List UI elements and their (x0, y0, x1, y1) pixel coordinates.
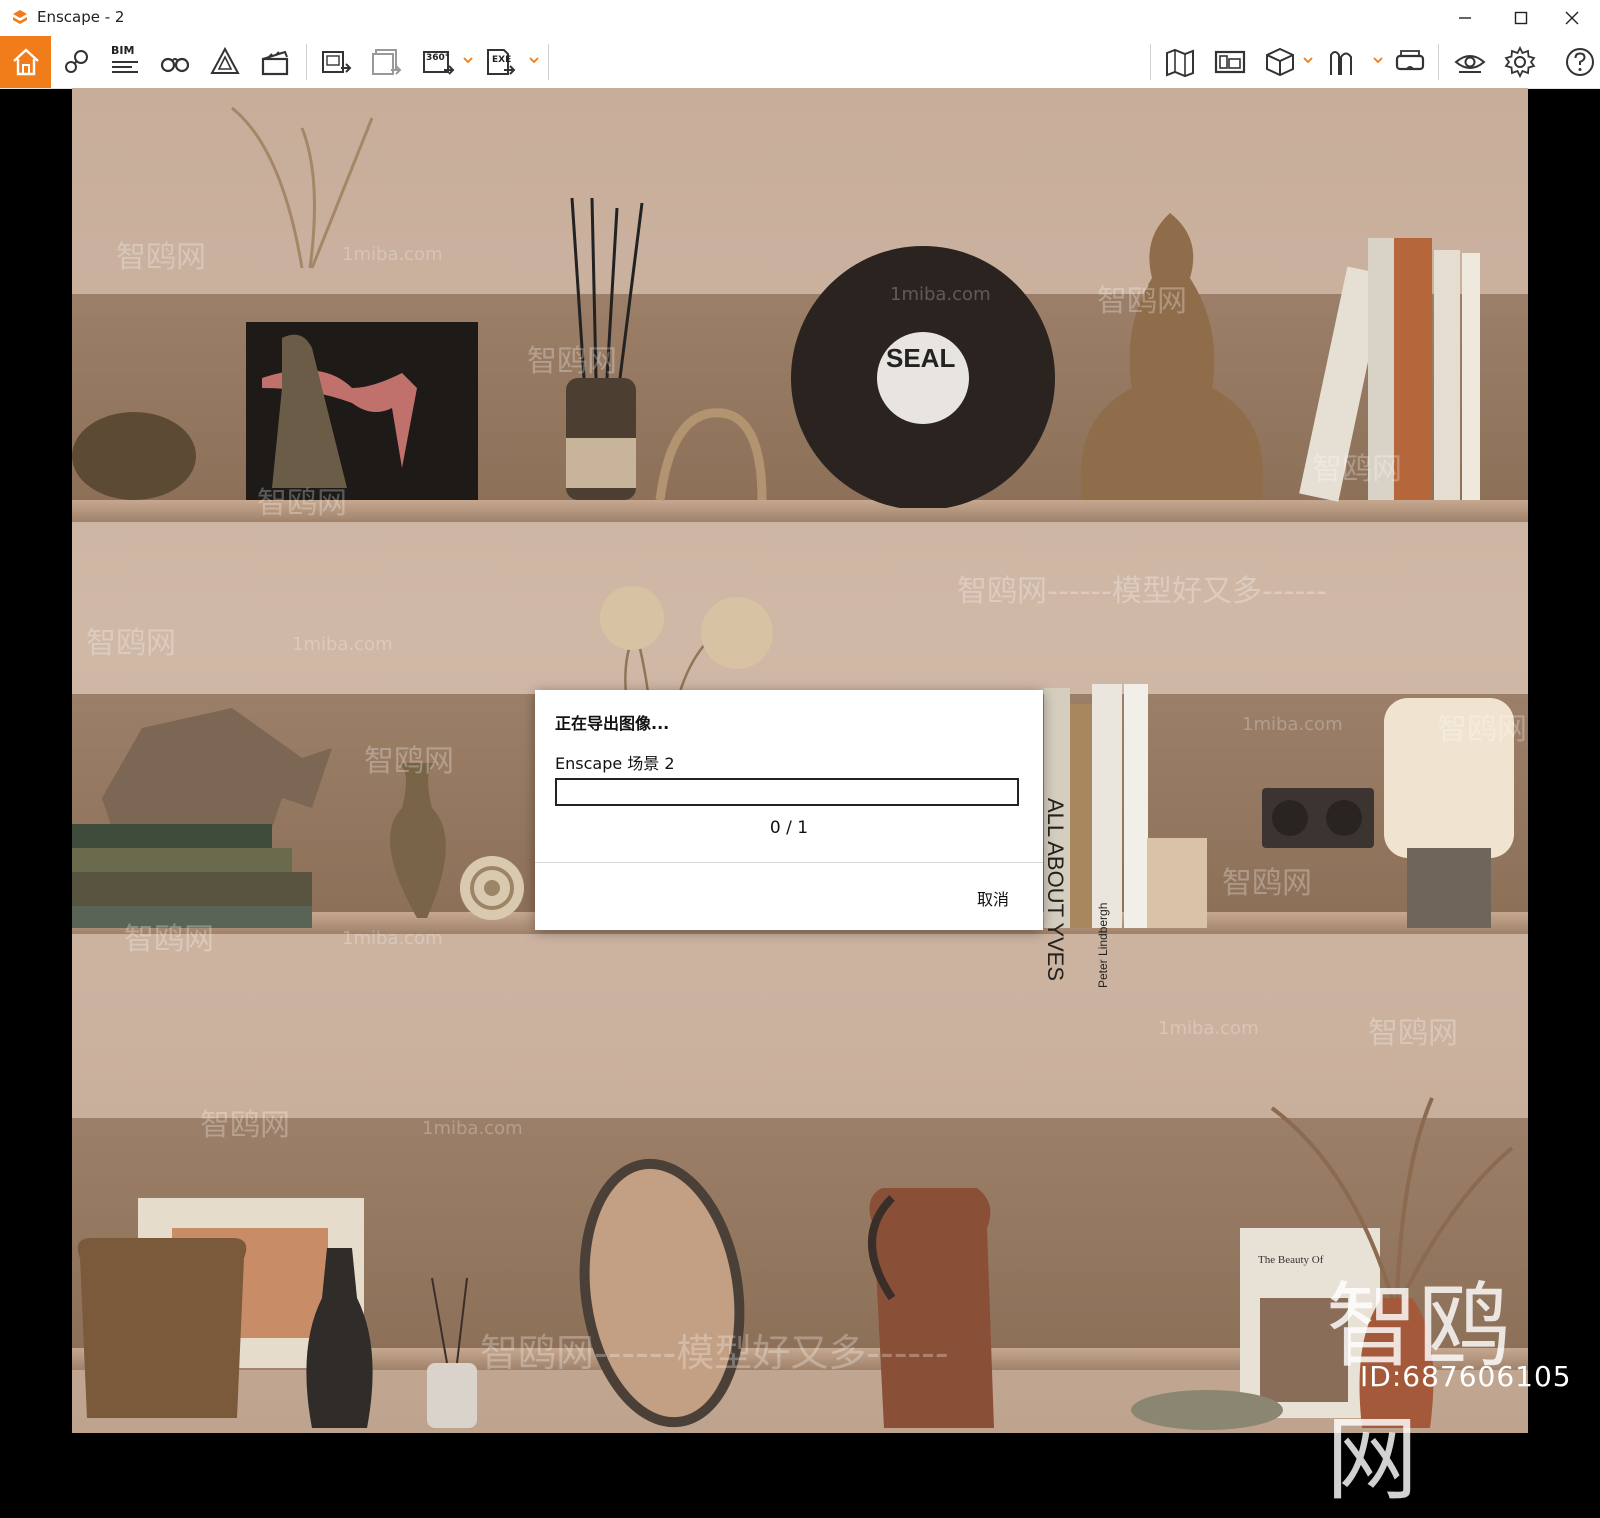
toolbar-separator (1438, 44, 1439, 80)
batch-export-icon (372, 49, 402, 75)
visual-settings-button[interactable] (1450, 42, 1490, 82)
perspective-icon (210, 46, 240, 74)
exe-export-button[interactable]: EXE (480, 42, 520, 82)
exe-dropdown-icon[interactable] (528, 54, 540, 66)
cancel-button[interactable]: 取消 (977, 886, 1009, 910)
panorama-label: 360° (426, 53, 450, 63)
clapperboard-icon (261, 50, 289, 76)
export-progress-bar (555, 778, 1019, 806)
record-label-text: SEAL (886, 343, 956, 373)
watermark-brand: 智鸥网 (1097, 284, 1187, 319)
people-button[interactable] (1322, 42, 1362, 82)
watermark-slogan: 智鸥网------模型好又多------ (480, 1331, 949, 1375)
home-icon (12, 48, 39, 76)
watermark-brand: 智鸥网 (1222, 866, 1312, 901)
screenshot-export-icon (322, 51, 352, 73)
settings-button[interactable] (1500, 42, 1540, 82)
home-button[interactable] (0, 36, 51, 88)
binoculars-button[interactable] (155, 42, 195, 82)
dialog-divider (535, 862, 1043, 863)
people-icon (1330, 51, 1352, 75)
vr-headset-button[interactable] (1390, 42, 1430, 82)
progress-count: 0 / 1 (769, 818, 809, 838)
toolbar-separator (306, 44, 307, 80)
batch-export-button[interactable] (366, 42, 406, 82)
top-shelf-objects (72, 106, 1480, 508)
watermark-brand: 智鸥网 (1368, 1016, 1458, 1051)
minimize-icon (1459, 17, 1471, 19)
window-title: Enscape - 2 (37, 8, 125, 26)
maximize-button[interactable] (1493, 0, 1549, 36)
help-button[interactable] (1560, 42, 1600, 82)
export-progress-dialog: 正在导出图像... Enscape 场景 2 0 / 1 取消 (535, 690, 1043, 930)
watermark-site: 1miba.com (1158, 1018, 1259, 1039)
close-icon (1565, 11, 1579, 25)
watermark-brand: 智鸥网 (124, 922, 214, 957)
map-button[interactable] (1160, 42, 1200, 82)
exe-label: EXE (492, 55, 512, 65)
watermark-site: 1miba.com (292, 634, 393, 655)
watermark-site: 1miba.com (422, 1118, 523, 1139)
close-button[interactable] (1544, 0, 1600, 36)
gear-icon (1504, 45, 1536, 79)
enscape-logo-icon (13, 10, 27, 24)
watermark-brand: 智鸥网 (257, 486, 347, 521)
asset-library-icon (1214, 50, 1246, 74)
eye-icon (1454, 55, 1486, 73)
toolbar-separator (1150, 44, 1151, 80)
panorama-dropdown-icon[interactable] (462, 54, 474, 66)
minimize-button[interactable] (1437, 0, 1493, 36)
book-cover-text: The Beauty Of (1258, 1254, 1324, 1266)
box-icon (1266, 47, 1294, 77)
map-icon (1166, 48, 1194, 78)
video-editor-button[interactable] (255, 42, 295, 82)
perspective-button[interactable] (205, 42, 245, 82)
location-pin-icon (65, 50, 88, 73)
asset-library-button[interactable] (1210, 42, 1250, 82)
maximize-icon (1514, 11, 1528, 25)
title-bar: Enscape - 2 (0, 0, 1600, 36)
watermark-brand: 智鸥网 (86, 626, 176, 661)
location-pin-button[interactable] (56, 42, 96, 82)
book-spine-text: Peter Lindbergh (1096, 902, 1110, 988)
watermark-site: 1miba.com (342, 928, 443, 949)
bim-label: BIM (111, 44, 135, 57)
watermark-brand: 智鸥网 (116, 240, 206, 275)
binoculars-icon (160, 57, 190, 73)
watermark-site: 1miba.com (342, 244, 443, 265)
toolbar-separator (548, 44, 549, 80)
watermark-slogan: 智鸥网------模型好又多------ (957, 574, 1327, 609)
help-icon (1566, 48, 1594, 76)
watermark-id: ID:687606105 (1360, 1360, 1572, 1393)
screenshot-export-button[interactable] (316, 42, 356, 82)
watermark-brand: 智鸥网 (1312, 452, 1402, 487)
watermark-site: 1miba.com (1242, 714, 1343, 735)
people-dropdown-icon[interactable] (1372, 54, 1384, 66)
watermark-brand: 智鸥网 (527, 344, 617, 379)
vr-headset-icon (1395, 50, 1425, 71)
box-button[interactable] (1260, 42, 1300, 82)
watermark-brand: 智鸥网 (200, 1108, 290, 1143)
panorama-360-button[interactable]: 360° (418, 42, 458, 82)
box-dropdown-icon[interactable] (1302, 54, 1314, 66)
scene-name-label: Enscape 场景 2 (555, 754, 675, 773)
dialog-title: 正在导出图像... (555, 714, 670, 733)
watermark-brand: 智鸥网 (364, 744, 454, 779)
main-toolbar: BIM 360° EXE (0, 36, 1600, 116)
watermark-site: 1miba.com (890, 284, 991, 305)
watermark-brand: 智鸥网 (1437, 712, 1527, 747)
bim-button[interactable]: BIM (105, 42, 145, 82)
